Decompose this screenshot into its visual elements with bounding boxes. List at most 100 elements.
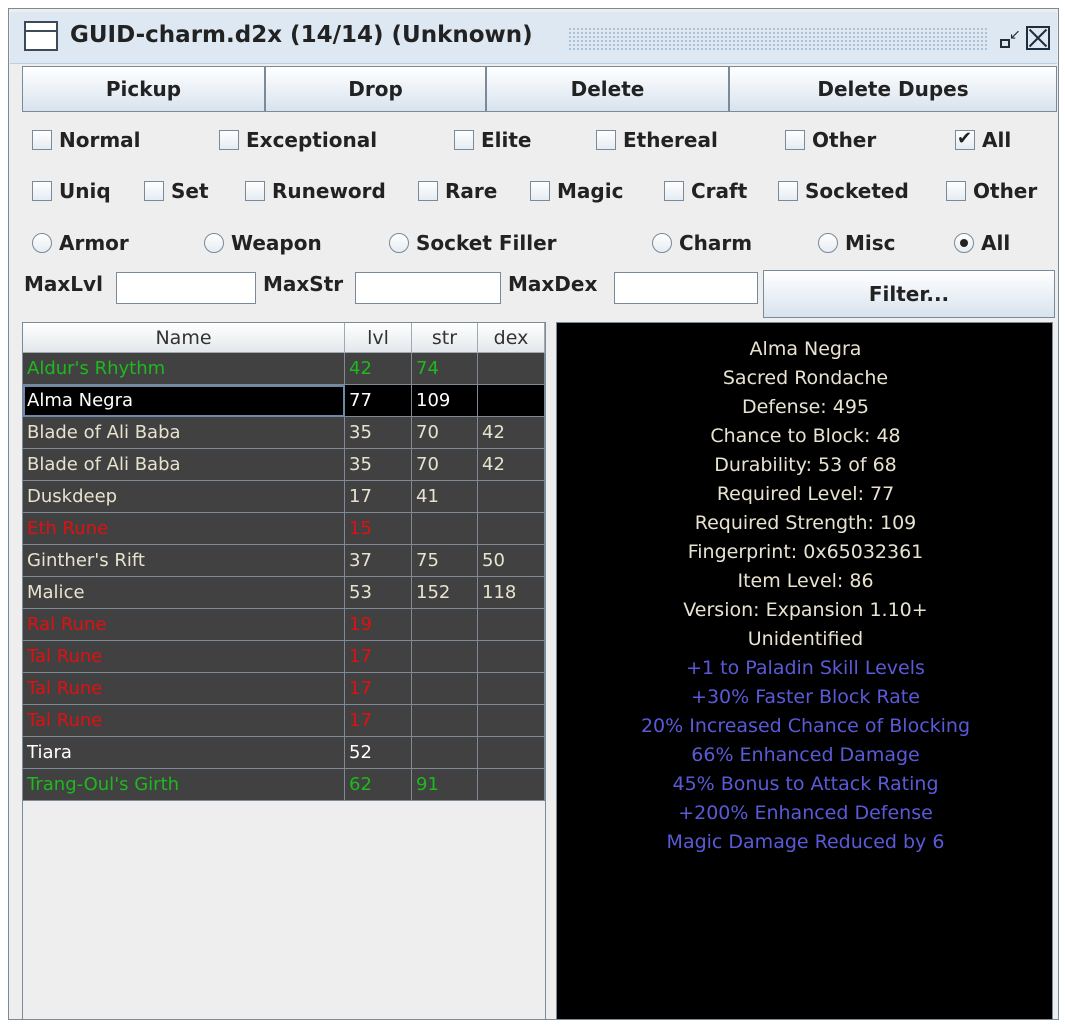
- drop-button[interactable]: Drop: [265, 66, 486, 112]
- table-row[interactable]: Ginther's Rift 37 75 50: [23, 545, 545, 577]
- filter-socketed[interactable]: Socketed: [778, 179, 909, 203]
- column-header-str[interactable]: str: [412, 323, 478, 353]
- radio-charm[interactable]: [652, 233, 672, 253]
- table-row[interactable]: Blade of Ali Baba 35 70 42: [23, 417, 545, 449]
- checkbox-runeword[interactable]: [245, 181, 265, 201]
- radio-all[interactable]: [954, 233, 974, 253]
- filter-button[interactable]: Filter...: [763, 270, 1055, 318]
- checkbox-craft[interactable]: [664, 181, 684, 201]
- cell-str: 70: [412, 449, 478, 481]
- max-dex-input[interactable]: [614, 272, 758, 304]
- cell-str: [412, 705, 478, 737]
- table-row[interactable]: Aldur's Rhythm 42 74: [23, 353, 545, 385]
- filter-other-rarity[interactable]: Other: [946, 179, 1037, 203]
- table-row[interactable]: Blade of Ali Baba 35 70 42: [23, 449, 545, 481]
- radio-weapon[interactable]: [204, 233, 224, 253]
- cell-lvl: 52: [345, 737, 412, 769]
- filter-other-quality[interactable]: Other: [785, 128, 876, 152]
- pickup-button[interactable]: Pickup: [22, 66, 265, 112]
- table-row[interactable]: Duskdeep 17 41: [23, 481, 545, 513]
- cell-str: [412, 609, 478, 641]
- filter-all-quality[interactable]: All: [955, 128, 1011, 152]
- checkbox-ethereal[interactable]: [596, 130, 616, 150]
- column-header-lvl[interactable]: lvl: [345, 323, 412, 353]
- max-dex-label: MaxDex: [508, 272, 598, 296]
- checkbox-other-rarity[interactable]: [946, 181, 966, 201]
- filter-elite[interactable]: Elite: [454, 128, 532, 152]
- cell-str: [412, 641, 478, 673]
- restore-icon[interactable]: ↙: [997, 28, 1021, 52]
- delete-dupes-button[interactable]: Delete Dupes: [729, 66, 1057, 112]
- column-header-dex[interactable]: dex: [478, 323, 545, 353]
- column-header-name[interactable]: Name: [23, 323, 345, 353]
- detail-line: Alma Negra: [749, 338, 862, 360]
- title-bar[interactable]: GUID-charm.d2x (14/14) (Unknown) ↙: [10, 12, 1057, 64]
- filter-runeword[interactable]: Runeword: [245, 179, 386, 203]
- filter-craft[interactable]: Craft: [664, 179, 747, 203]
- checkbox-rare[interactable]: [418, 181, 438, 201]
- detail-magic-line: 66% Enhanced Damage: [691, 744, 920, 766]
- cell-name: Tiara: [23, 737, 345, 769]
- delete-button[interactable]: Delete: [486, 66, 729, 112]
- detail-line: Required Level: 77: [716, 483, 895, 505]
- cell-dex: 42: [478, 449, 545, 481]
- cell-lvl: 35: [345, 417, 412, 449]
- table-row[interactable]: Trang-Oul's Girth 62 91: [23, 769, 545, 801]
- detail-magic-line: Magic Damage Reduced by 6: [666, 831, 945, 853]
- type-misc[interactable]: Misc: [818, 231, 896, 255]
- table-row[interactable]: Ral Rune 19: [23, 609, 545, 641]
- checkbox-socketed[interactable]: [778, 181, 798, 201]
- filter-ethereal[interactable]: Ethereal: [596, 128, 718, 152]
- cell-dex: [478, 737, 545, 769]
- filter-rare[interactable]: Rare: [418, 179, 497, 203]
- checkbox-exceptional[interactable]: [219, 130, 239, 150]
- item-table[interactable]: Name lvl str dex Aldur's Rhythm 42 74 Alma …: [22, 322, 546, 1020]
- checkbox-normal[interactable]: [32, 130, 52, 150]
- close-icon[interactable]: [1026, 26, 1050, 50]
- cell-name: Trang-Oul's Girth: [23, 769, 345, 801]
- radio-armor[interactable]: [32, 233, 52, 253]
- cell-name: Blade of Ali Baba: [23, 417, 345, 449]
- checkbox-elite[interactable]: [454, 130, 474, 150]
- cell-str: 91: [412, 769, 478, 801]
- table-row[interactable]: Tal Rune 17: [23, 641, 545, 673]
- cell-name: Tal Rune: [23, 641, 345, 673]
- table-row[interactable]: Tiara 52: [23, 737, 545, 769]
- cell-str: 70: [412, 417, 478, 449]
- cell-dex: [478, 513, 545, 545]
- detail-line: Required Strength: 109: [694, 512, 917, 534]
- type-armor[interactable]: Armor: [32, 231, 129, 255]
- cell-lvl: 62: [345, 769, 412, 801]
- max-str-input[interactable]: [355, 272, 501, 304]
- type-weapon[interactable]: Weapon: [204, 231, 322, 255]
- max-str-label: MaxStr: [263, 272, 344, 296]
- cell-dex: [478, 673, 545, 705]
- filter-magic[interactable]: Magic: [530, 179, 623, 203]
- table-row[interactable]: Tal Rune 17: [23, 673, 545, 705]
- cell-lvl: 53: [345, 577, 412, 609]
- type-charm[interactable]: Charm: [652, 231, 752, 255]
- filter-uniq[interactable]: Uniq: [32, 179, 111, 203]
- type-all[interactable]: All: [954, 231, 1010, 255]
- filter-normal[interactable]: Normal: [32, 128, 141, 152]
- item-details-panel: Alma Negra Sacred Rondache Defense: 495 Cha…: [556, 322, 1053, 1020]
- max-lvl-input[interactable]: [116, 272, 256, 304]
- detail-line: Fingerprint: 0x65032361: [687, 541, 924, 563]
- checkbox-set[interactable]: [144, 181, 164, 201]
- type-socket-filler[interactable]: Socket Filler: [389, 231, 557, 255]
- table-row[interactable]: Malice 53 152 118: [23, 577, 545, 609]
- filter-exceptional[interactable]: Exceptional: [219, 128, 377, 152]
- radio-socket-filler[interactable]: [389, 233, 409, 253]
- filter-set[interactable]: Set: [144, 179, 209, 203]
- table-row[interactable]: Eth Rune 15: [23, 513, 545, 545]
- cell-name: Alma Negra: [23, 385, 345, 417]
- cell-dex: [478, 481, 545, 513]
- table-row[interactable]: Alma Negra 77 109: [23, 385, 545, 417]
- table-row[interactable]: Tal Rune 17: [23, 705, 545, 737]
- radio-misc[interactable]: [818, 233, 838, 253]
- checkbox-all-quality[interactable]: [955, 128, 975, 150]
- checkbox-other-quality[interactable]: [785, 130, 805, 150]
- checkbox-magic[interactable]: [530, 181, 550, 201]
- cell-str: 75: [412, 545, 478, 577]
- checkbox-uniq[interactable]: [32, 181, 52, 201]
